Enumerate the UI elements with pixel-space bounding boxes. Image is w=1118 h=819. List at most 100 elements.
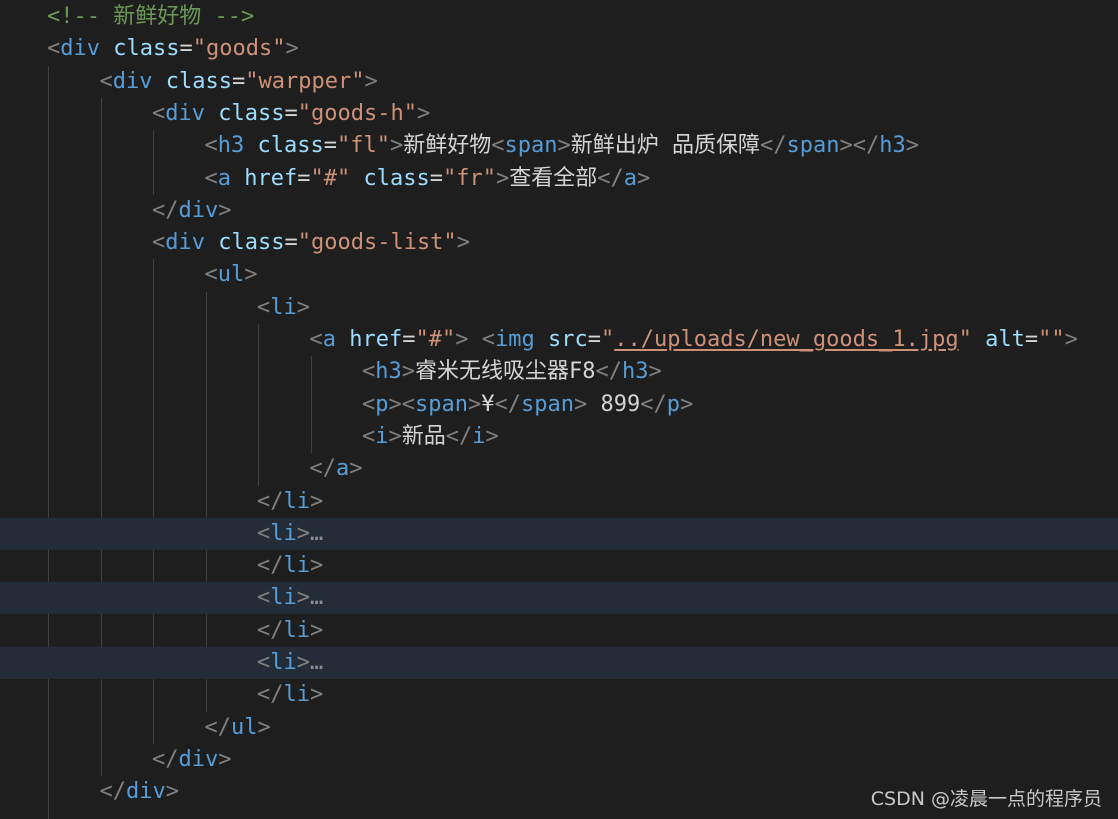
code-token: div — [178, 746, 219, 772]
code-token: = — [284, 230, 298, 256]
code-token: < — [257, 294, 271, 320]
code-token: class — [218, 230, 285, 256]
code-token: 新鲜好物 — [403, 133, 492, 159]
csdn-watermark: CSDN @凌晨一点的程序员 — [870, 788, 1102, 810]
code-token: 睿米无线吸尘器F8 — [415, 359, 596, 385]
code-token: > — [257, 714, 271, 740]
code-token: > — [244, 262, 258, 288]
code-token: < — [204, 262, 218, 288]
code-token: > — [296, 520, 310, 546]
code-token: h3 — [879, 133, 906, 159]
folded-code-line[interactable]: <li>… — [0, 647, 1118, 679]
code-token: </ — [494, 391, 521, 417]
code-token: "#" — [310, 165, 351, 191]
code-token: < — [362, 359, 376, 385]
code-token: a — [623, 165, 637, 191]
code-token: p — [666, 391, 680, 417]
fold-ellipsis-icon[interactable]: … — [310, 521, 323, 546]
code-token: > — [495, 165, 510, 191]
code-token: > — [485, 423, 499, 449]
code-line[interactable]: </li> — [0, 615, 1118, 647]
code-token: > — [467, 391, 482, 417]
code-line-content: </li> — [257, 486, 323, 518]
code-line[interactable]: <i>新品</i> — [0, 421, 1118, 453]
code-line[interactable]: <div class="goods-list"> — [0, 227, 1118, 259]
code-line[interactable]: <div class="goods"> — [0, 33, 1118, 65]
code-token: = — [1024, 327, 1039, 352]
code-token: "goods" — [192, 36, 286, 62]
code-line[interactable]: <div class="goods-h"> — [0, 98, 1118, 130]
code-line[interactable]: </div> — [0, 195, 1118, 227]
fold-ellipsis-icon[interactable]: … — [310, 585, 323, 610]
code-token: "" — [1038, 327, 1065, 352]
code-token: > — [296, 650, 310, 675]
code-token: > — [296, 294, 310, 320]
code-token: < — [362, 391, 376, 417]
code-token: > — [218, 197, 232, 223]
code-line[interactable]: </li> — [0, 679, 1118, 711]
code-line-content: <div class="goods-list"> — [152, 227, 470, 259]
code-token: < — [257, 650, 271, 675]
code-line[interactable]: <a href="#"> <img src="../uploads/new_go… — [0, 324, 1118, 356]
code-token: div — [112, 68, 153, 94]
code-token: class — [257, 133, 324, 159]
code-token: > — [389, 133, 404, 159]
code-line[interactable]: <div class="warpper"> — [0, 66, 1118, 98]
code-token: > — [456, 230, 470, 256]
code-token: li — [283, 488, 311, 514]
code-token: "goods-list" — [297, 230, 457, 256]
code-token: > — [364, 68, 378, 94]
code-line[interactable]: <a href="#" class="fr">查看全部</a> — [0, 163, 1118, 195]
code-line[interactable]: <h3 class="fl">新鲜好物<span>新鲜出炉 品质保障</span… — [0, 130, 1118, 162]
code-token: > — [388, 423, 402, 449]
code-token: </ — [257, 682, 284, 708]
code-line[interactable]: </div> — [0, 744, 1118, 776]
folded-code-line[interactable]: <li>… — [0, 582, 1118, 615]
code-token: > — [310, 617, 324, 643]
code-token: > — [310, 488, 324, 514]
code-token: <!-- 新鲜好物 --> — [47, 4, 255, 29]
code-line[interactable]: <h3>睿米无线吸尘器F8</h3> — [0, 356, 1118, 388]
code-line[interactable]: <ul> — [0, 259, 1118, 291]
code-token: </ — [309, 456, 337, 482]
code-line[interactable]: <!-- 新鲜好物 --> — [0, 1, 1118, 33]
code-token: div — [178, 197, 219, 223]
code-line[interactable]: </li> — [0, 486, 1118, 518]
code-token: div — [165, 100, 205, 126]
code-line[interactable]: </a> — [0, 453, 1118, 485]
code-line-content: <h3>睿米无线吸尘器F8</h3> — [362, 356, 662, 388]
code-token: href — [349, 327, 403, 352]
code-token: > — [218, 746, 232, 772]
code-line-content: <li>… — [257, 582, 323, 614]
code-token: ../uploads/new_goods_1.jpg — [614, 327, 959, 352]
code-token: " — [600, 327, 615, 352]
folded-code-line[interactable]: <li>… — [0, 517, 1118, 550]
code-token: > — [310, 682, 324, 708]
code-token: > — [296, 585, 310, 611]
code-token: src — [547, 327, 588, 352]
code-token: 新鲜出炉 品质保障 — [570, 133, 760, 159]
code-token: = — [284, 100, 298, 126]
code-token: </ — [257, 488, 284, 514]
code-token: > — [573, 391, 588, 417]
code-line-content: <a href="#"> <img src="../uploads/new_go… — [310, 324, 1078, 356]
code-editor[interactable]: <!-- 新鲜好物 --> <div class="goods"> <div cla… — [0, 0, 1118, 819]
code-token: > — [349, 456, 363, 482]
code-line[interactable]: <li> — [0, 292, 1118, 324]
code-line[interactable]: <p><span>¥</span> 899</p> — [0, 389, 1118, 421]
code-token: > — [310, 553, 324, 579]
code-token: > — [557, 133, 571, 159]
code-line[interactable]: </li> — [0, 550, 1118, 582]
code-token: < — [152, 230, 166, 256]
fold-ellipsis-icon[interactable]: … — [310, 650, 323, 675]
code-token: </ — [257, 553, 284, 579]
code-token: > — [905, 133, 919, 159]
code-line[interactable]: </ul> — [0, 712, 1118, 744]
